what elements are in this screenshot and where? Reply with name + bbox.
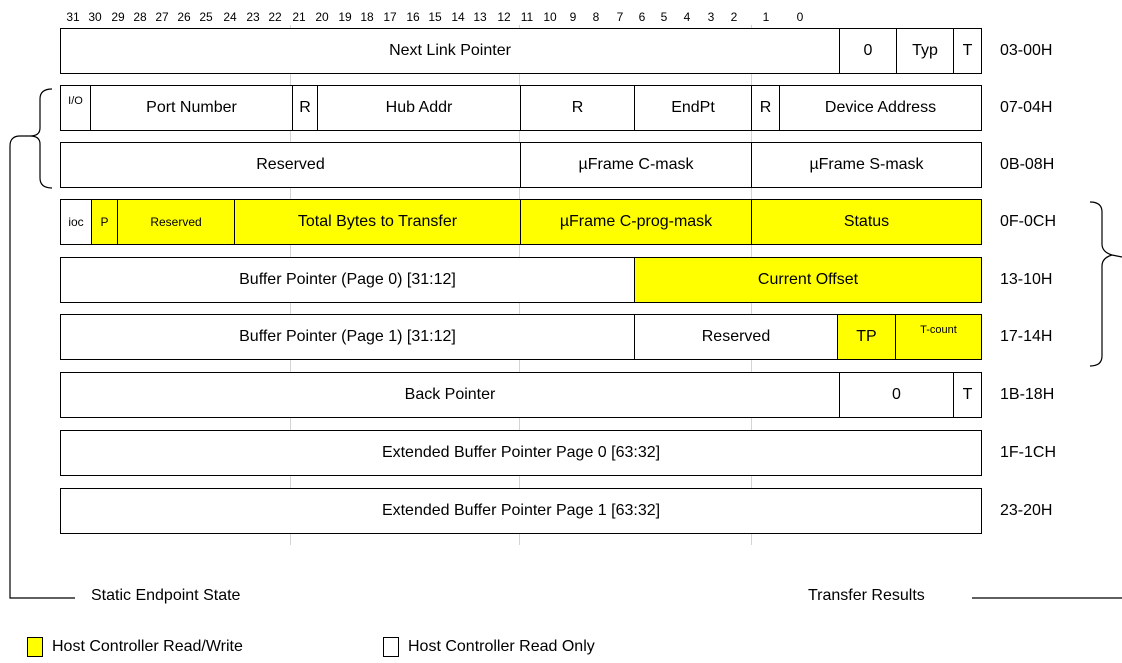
legend-read-write-swatch xyxy=(27,637,43,657)
transfer-results-brace xyxy=(1089,201,1122,367)
legend-read-write-label: Host Controller Read/Write xyxy=(52,638,243,655)
static-endpoint-state-label: Static Endpoint State xyxy=(91,587,241,604)
bracket-lines xyxy=(9,88,1122,599)
legend-read-only-label: Host Controller Read Only xyxy=(408,638,595,655)
static-endpoint-brace xyxy=(9,88,75,599)
legend-read-only-swatch xyxy=(383,637,399,657)
transfer-results-label: Transfer Results xyxy=(808,587,925,604)
